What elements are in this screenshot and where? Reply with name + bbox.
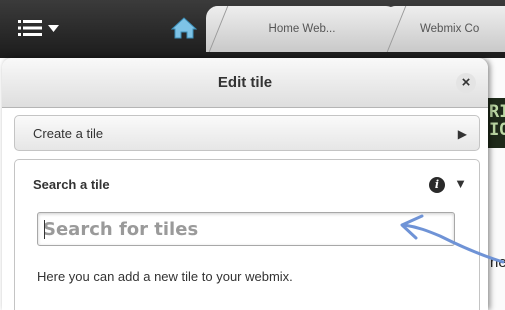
tab-label: Webmix Co [420,23,480,35]
tab-webmix[interactable]: Webmix Co [384,6,505,52]
help-text: Here you can add a new tile to your webm… [37,269,293,284]
tab-label: Home Web... [268,23,336,35]
text-cursor [44,220,45,239]
create-tile-section[interactable]: Create a tile ▶ [14,115,480,151]
chevron-down-icon [48,24,59,32]
logo-fragment: RI [489,102,505,122]
background-text: ne [490,254,505,271]
top-toolbar: Home Web... Webmix Co [0,0,505,58]
close-button[interactable]: × [456,73,476,93]
menu-button[interactable] [18,14,70,42]
dialog-header: Edit tile × [2,58,488,108]
edit-tile-dialog: Edit tile × Create a tile ▶ Search a til… [2,58,488,310]
home-icon [171,17,197,39]
search-input[interactable] [37,212,455,246]
expand-arrow-icon: ▶ [457,127,467,141]
hamburger-menu-icon [18,20,42,36]
dialog-title: Edit tile [217,74,273,91]
tab-home-webmix[interactable]: Home Web... [206,6,398,52]
info-icon[interactable]: i [429,177,445,193]
search-tile-label: Search a tile [33,177,110,192]
background-page: RI IO ne [488,58,505,310]
background-logo: RI IO [488,98,505,148]
search-tile-section: Search a tile i ▼ Here you can add a new… [14,159,480,310]
logo-fragment: IO [489,120,505,140]
create-tile-label: Create a tile [33,126,104,141]
collapse-arrow-icon[interactable]: ▼ [454,176,467,191]
